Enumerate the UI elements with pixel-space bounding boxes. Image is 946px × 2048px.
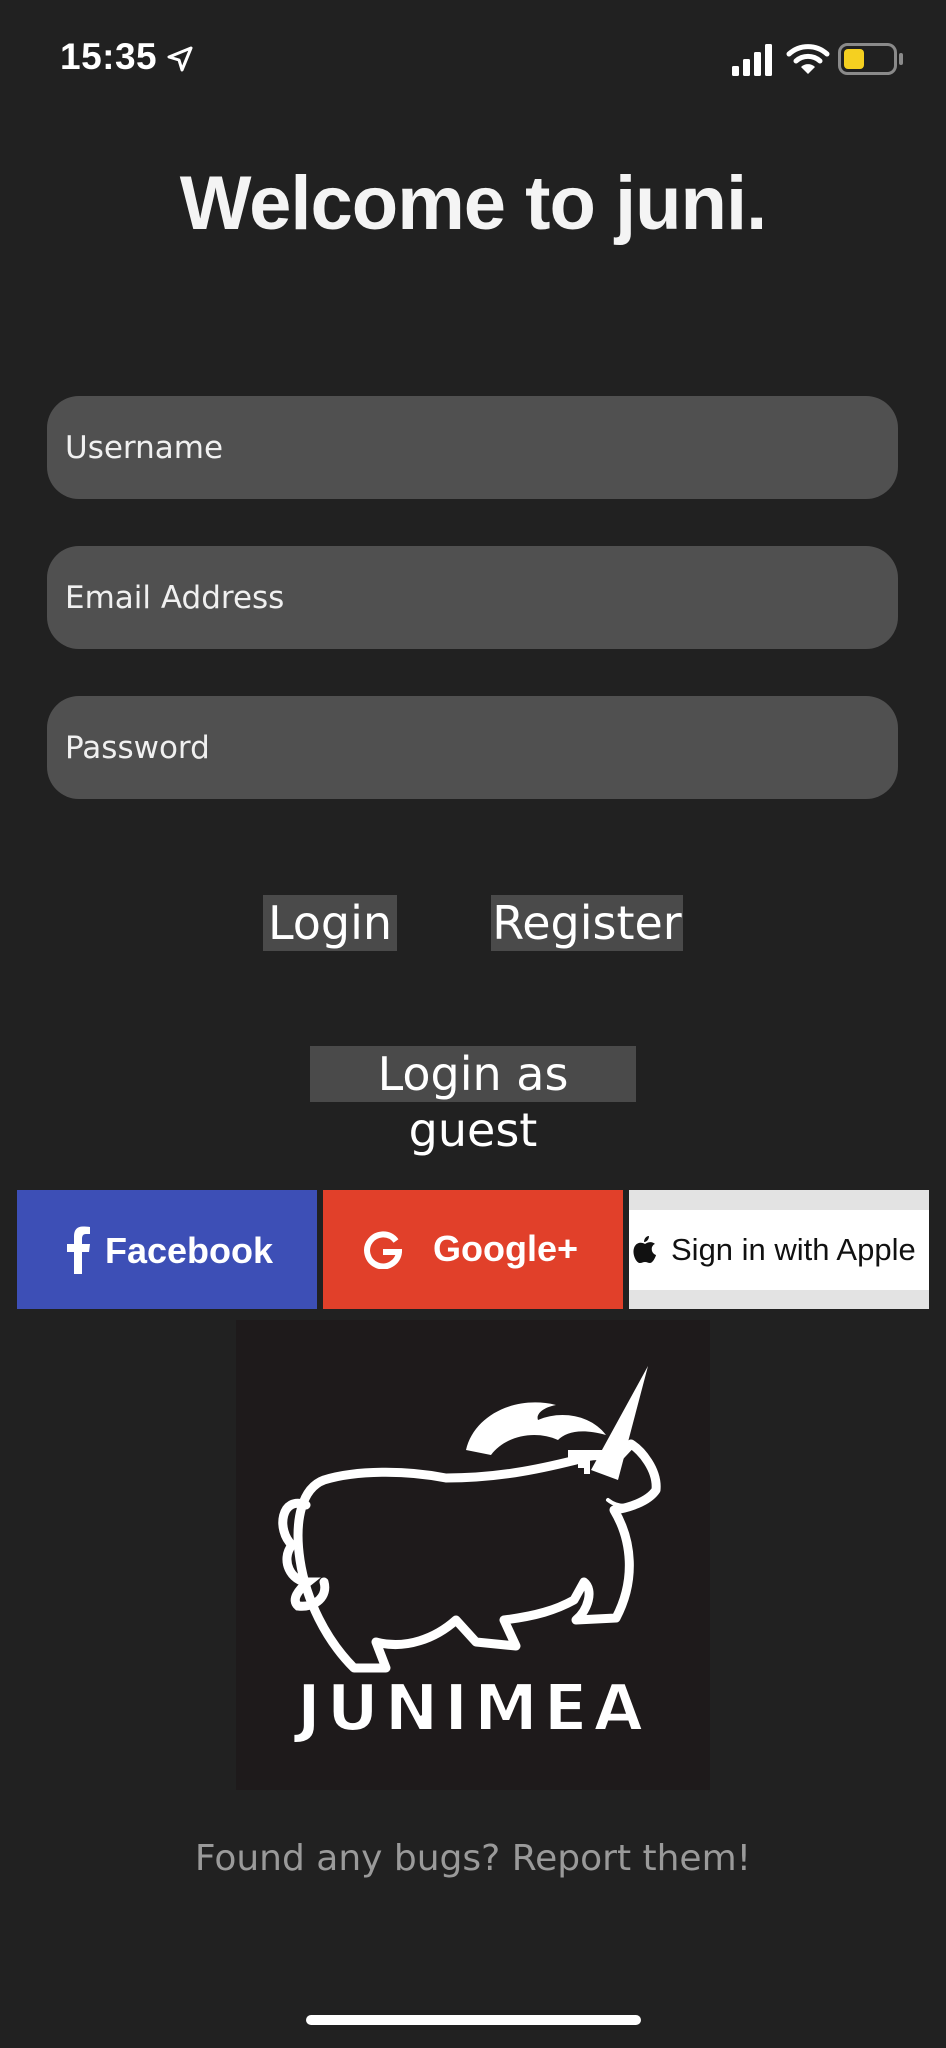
cellular-signal-icon — [732, 44, 772, 76]
facebook-label: Facebook — [105, 1230, 274, 1271]
location-arrow-icon — [167, 46, 193, 72]
guest-login-button[interactable]: Login as guest — [310, 1046, 636, 1157]
status-bar: 15:35 — [0, 0, 946, 120]
password-field[interactable] — [47, 696, 898, 799]
svg-text:JUNIMEA: JUNIMEA — [293, 1672, 649, 1746]
google-login-button[interactable]: Google+ — [323, 1190, 623, 1309]
status-time: 15:35 — [60, 36, 158, 77]
battery-icon — [838, 43, 903, 75]
report-bugs-link[interactable]: Found any bugs? Report them! — [0, 1838, 946, 1879]
password-input[interactable] — [65, 729, 898, 766]
facebook-login-button[interactable]: Facebook — [17, 1190, 317, 1309]
apple-label: Sign in with Apple — [671, 1232, 916, 1267]
login-button[interactable]: Login — [263, 895, 397, 951]
google-label: Google+ — [433, 1228, 579, 1269]
google-icon — [364, 1231, 402, 1269]
register-button[interactable]: Register — [491, 895, 683, 951]
email-input[interactable] — [65, 579, 898, 616]
username-field[interactable] — [47, 396, 898, 499]
junimea-logo: JUNIMEA — [236, 1320, 710, 1790]
wifi-icon — [786, 44, 830, 74]
email-field[interactable] — [47, 546, 898, 649]
apple-login-button[interactable]: Sign in with Apple — [629, 1190, 929, 1309]
apple-button-panel: Sign in with Apple — [629, 1210, 929, 1290]
apple-icon — [633, 1236, 656, 1263]
unicorn-logo-icon: JUNIMEA — [278, 1366, 661, 1747]
home-indicator[interactable] — [306, 2015, 641, 2025]
page-title: Welcome to juni. — [179, 161, 767, 246]
username-input[interactable] — [65, 429, 898, 466]
facebook-icon — [67, 1226, 90, 1274]
